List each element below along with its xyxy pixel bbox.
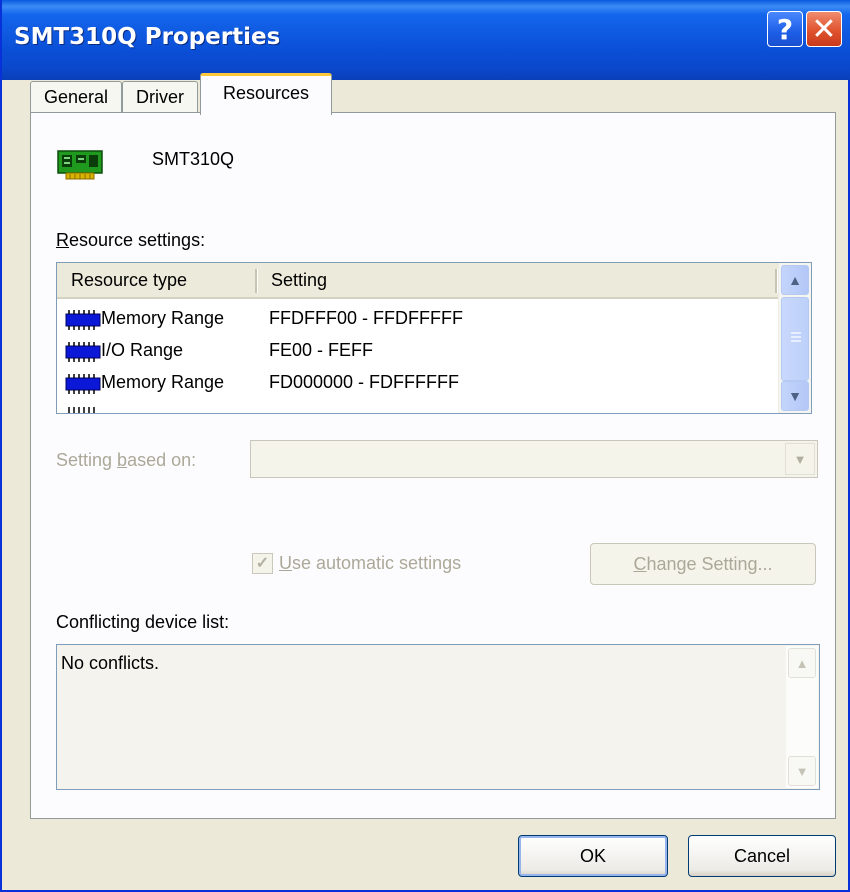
close-icon: ✕ [811, 11, 837, 47]
change-setting-button[interactable]: Change Setting... [590, 543, 816, 585]
scroll-down-button[interactable]: ▼ [781, 381, 809, 411]
resource-setting: FFDFFF00 - FFDFFFFF [269, 308, 463, 328]
scroll-down-button[interactable]: ▼ [788, 756, 816, 786]
pci-card-icon [57, 150, 103, 180]
use-automatic-settings-label[interactable]: Use automatic settings [279, 553, 461, 574]
memory-chip-icon [65, 342, 101, 362]
conflicts-text: No conflicts. [61, 653, 160, 673]
conflicting-device-list[interactable]: No conflicts. ▲ ▼ [56, 644, 820, 790]
setting-based-on-label: Setting based on: [56, 450, 197, 470]
memory-chip-icon [65, 310, 101, 330]
close-button[interactable]: ✕ [806, 11, 842, 47]
conflict-list-scrollbar[interactable]: ▲ ▼ [786, 646, 818, 788]
chevron-up-icon: ▲ [788, 272, 802, 288]
table-row[interactable]: I/O Range FE00 - FEFF [61, 337, 779, 367]
list-header: Resource type Setting [57, 263, 781, 299]
scroll-thumb[interactable] [781, 297, 809, 381]
resource-type: Memory Range [101, 308, 225, 328]
chevron-down-icon: ▼ [795, 763, 809, 779]
resource-settings-label: Resource settings: [56, 230, 206, 250]
chevron-down-icon: ▼ [793, 451, 807, 467]
setting-based-on-dropdown[interactable]: ▼ [250, 440, 818, 478]
chevron-up-icon: ▲ [795, 655, 809, 671]
cancel-button[interactable]: Cancel [688, 835, 836, 877]
scroll-up-button[interactable]: ▲ [788, 648, 816, 678]
resource-list-scrollbar[interactable]: ▲ ▼ [778, 263, 811, 413]
dropdown-button[interactable]: ▼ [785, 443, 815, 475]
help-button[interactable]: ? [767, 11, 803, 47]
tab-resources[interactable]: Resources [200, 73, 332, 115]
use-automatic-settings-checkbox[interactable]: ✓ [252, 553, 273, 574]
ok-button[interactable]: OK [518, 835, 668, 877]
help-icon: ? [776, 12, 794, 46]
resource-list[interactable]: Resource type Setting Memory Range FFDFF… [56, 262, 812, 414]
resource-type: Memory Range [101, 372, 225, 392]
resource-type: I/O Range [101, 340, 184, 360]
memory-chip-icon [68, 407, 95, 413]
window-title: SMT310Q Properties [14, 24, 281, 50]
tab-driver[interactable]: Driver [122, 81, 198, 113]
resource-setting: FE00 - FEFF [269, 340, 374, 360]
scroll-up-button[interactable]: ▲ [781, 265, 809, 295]
resource-setting: FD000000 - FDFFFFFF [269, 372, 460, 392]
properties-dialog: SMT310Q Properties ? ✕ General Driver Re… [0, 0, 850, 892]
conflicting-device-list-label: Conflicting device list: [56, 612, 230, 632]
column-setting[interactable]: Setting [271, 263, 327, 297]
checkmark-icon: ✓ [255, 555, 270, 572]
table-row[interactable]: Memory Range FFDFFF00 - FFDFFFFF [61, 305, 779, 335]
tab-general[interactable]: General [30, 81, 122, 113]
column-resource-type[interactable]: Resource type [71, 263, 187, 297]
device-name: SMT310Q [152, 149, 235, 169]
chevron-down-icon: ▼ [788, 388, 802, 404]
memory-chip-icon [65, 374, 101, 394]
title-bar[interactable]: SMT310Q Properties ? ✕ [2, 0, 850, 80]
table-row[interactable]: Memory Range FD000000 - FDFFFFFF [61, 369, 779, 399]
